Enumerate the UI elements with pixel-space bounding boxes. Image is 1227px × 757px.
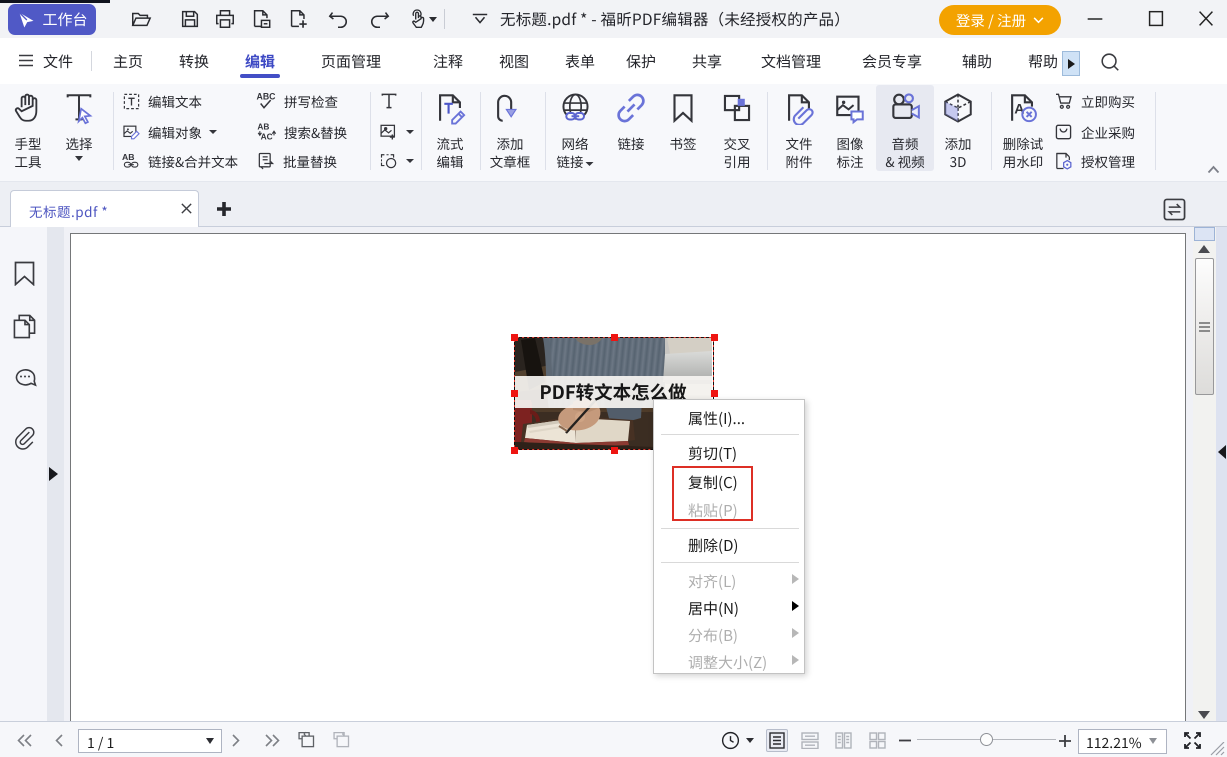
svg-text:ABC: ABC	[257, 91, 277, 101]
svg-text:AB: AB	[257, 122, 269, 132]
svg-text:AC: AC	[261, 132, 273, 142]
svg-text:AB: AB	[122, 152, 135, 162]
